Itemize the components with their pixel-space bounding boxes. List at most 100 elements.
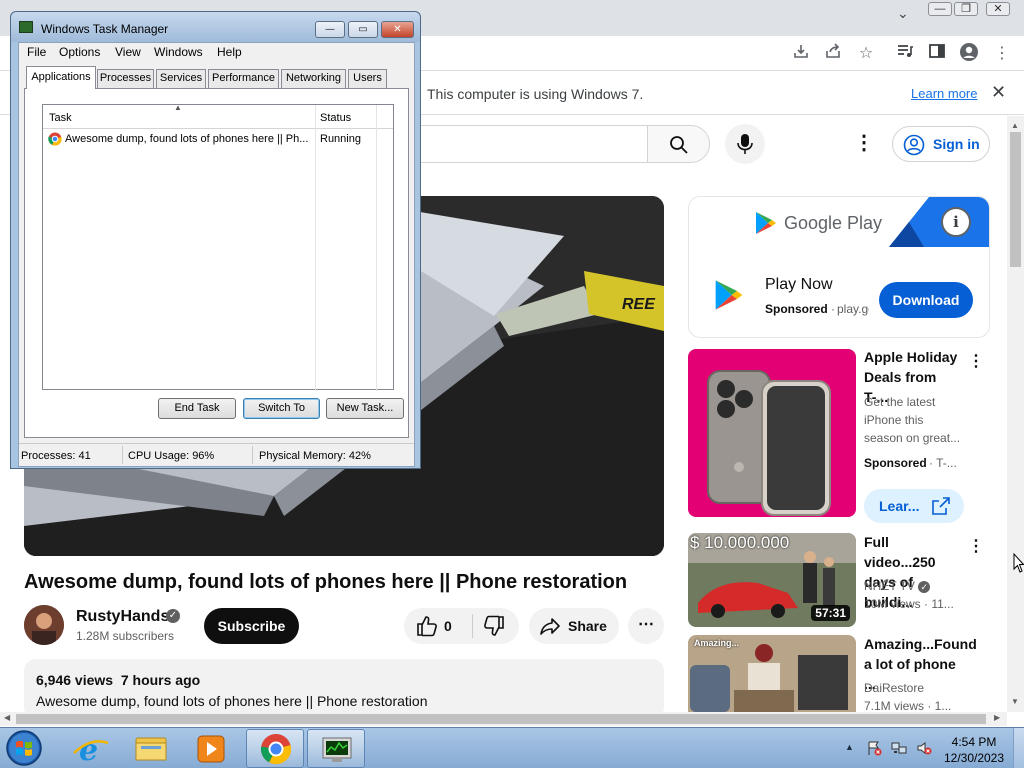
rec2-channel[interactable]: NHẾT TV ✓ bbox=[864, 579, 931, 593]
dislike-button[interactable] bbox=[474, 608, 519, 644]
search-input[interactable] bbox=[400, 125, 648, 163]
rec3-thumbnail[interactable]: Amazing... bbox=[688, 635, 856, 712]
chrome-menu-icon[interactable]: ⋮ bbox=[991, 42, 1013, 64]
tm-menu-file[interactable]: File bbox=[27, 45, 46, 59]
taskbar-media-player[interactable] bbox=[182, 729, 240, 768]
chrome-minimize-button[interactable]: — bbox=[928, 2, 952, 16]
rec2-thumbnail[interactable]: $ 10.000.000 57:31 bbox=[688, 533, 856, 627]
tab-search-chevron-icon[interactable]: ⌄ bbox=[897, 6, 909, 22]
tm-menu-windows[interactable]: Windows bbox=[154, 45, 203, 59]
tm-column-status[interactable]: Status bbox=[320, 112, 351, 124]
vertical-scroll-thumb[interactable] bbox=[1010, 132, 1021, 267]
infobar-close-icon[interactable]: ✕ bbox=[991, 82, 1006, 103]
chrome-close-button[interactable]: ✕ bbox=[986, 2, 1010, 16]
like-divider bbox=[472, 614, 473, 638]
tm-menu-help[interactable]: Help bbox=[217, 45, 242, 59]
taskbar-internet-explorer[interactable]: e bbox=[62, 729, 120, 768]
new-task-button[interactable]: New Task... bbox=[326, 398, 404, 419]
bookmark-star-icon[interactable]: ☆ bbox=[855, 42, 877, 64]
tm-status-divider bbox=[122, 446, 123, 464]
rec3-overlay-text: Amazing... bbox=[694, 638, 740, 648]
svg-text:REE: REE bbox=[622, 296, 656, 313]
file-explorer-icon bbox=[135, 737, 167, 761]
infobar-message: This computer is using Windows 7. bbox=[427, 86, 644, 102]
chrome-icon bbox=[260, 734, 292, 765]
search-icon bbox=[670, 136, 688, 154]
media-control-icon[interactable] bbox=[894, 42, 916, 64]
rec1-advertiser: · T-... bbox=[929, 456, 957, 470]
volume-muted-icon[interactable] bbox=[916, 740, 932, 756]
rec1-learn-label: Lear... bbox=[879, 498, 920, 514]
thumbs-down-icon bbox=[484, 615, 504, 636]
sign-in-button[interactable]: Sign in bbox=[892, 126, 990, 162]
taskbar-task-manager[interactable] bbox=[307, 729, 365, 768]
like-count: 0 bbox=[444, 618, 452, 634]
upload-time: 7 hours ago bbox=[120, 672, 201, 688]
rec3-channel[interactable]: DaiRestore bbox=[864, 681, 924, 695]
network-icon[interactable] bbox=[891, 740, 907, 756]
ad-info-icon[interactable]: i bbox=[941, 207, 971, 237]
tm-tab-users[interactable]: Users bbox=[348, 69, 387, 88]
google-play-ad[interactable]: Google Play i Play Now Sponsored · play.… bbox=[688, 196, 990, 338]
more-actions-button[interactable]: ⋯ bbox=[628, 608, 664, 644]
taskbar-file-explorer[interactable] bbox=[122, 729, 180, 768]
tm-cpu-usage: CPU Usage: 96% bbox=[128, 450, 215, 462]
description-text: Awesome dump, found lots of phones here … bbox=[36, 693, 428, 709]
description-box[interactable]: 6,946 views 7 hours ago Awesome dump, fo… bbox=[24, 659, 664, 719]
tm-task-list[interactable]: Task ▲ Status Awesome dump, found lots o… bbox=[42, 103, 394, 391]
tm-menu-options[interactable]: Options bbox=[59, 45, 100, 59]
tm-tab-applications[interactable]: Applications bbox=[26, 66, 96, 89]
tm-close-button[interactable]: ✕ bbox=[381, 21, 414, 38]
rec1-thumbnail[interactable] bbox=[688, 349, 856, 517]
profile-icon[interactable] bbox=[958, 42, 980, 64]
subscribe-button[interactable]: Subscribe bbox=[204, 608, 299, 644]
share-button[interactable]: Share bbox=[529, 608, 619, 644]
tm-menu-view[interactable]: View bbox=[115, 45, 141, 59]
share-icon[interactable] bbox=[822, 42, 844, 64]
scroll-left-arrow-icon[interactable]: ◀ bbox=[4, 713, 10, 722]
switch-to-button[interactable]: Switch To bbox=[243, 398, 320, 419]
clock-date[interactable]: 12/30/2023 bbox=[940, 751, 1008, 765]
tm-tab-services[interactable]: Services bbox=[156, 69, 206, 88]
ad-download-button[interactable]: Download bbox=[879, 282, 973, 318]
side-panel-icon[interactable] bbox=[926, 42, 948, 64]
channel-name[interactable]: RustyHands bbox=[76, 608, 169, 626]
start-button[interactable] bbox=[4, 728, 48, 768]
scroll-down-arrow-icon[interactable]: ▼ bbox=[1011, 697, 1019, 706]
tm-tab-networking[interactable]: Networking bbox=[281, 69, 346, 88]
scroll-up-arrow-icon[interactable]: ▲ bbox=[1011, 121, 1019, 130]
taskbar-chrome[interactable] bbox=[246, 729, 304, 768]
tm-column-task[interactable]: Task bbox=[49, 112, 72, 124]
thumbs-up-icon bbox=[417, 616, 437, 637]
channel-avatar[interactable] bbox=[24, 605, 64, 645]
voice-search-button[interactable] bbox=[725, 124, 765, 164]
rec1-learn-more-button[interactable]: Lear... bbox=[864, 489, 964, 523]
show-desktop-button[interactable] bbox=[1013, 728, 1024, 768]
scroll-right-arrow-icon[interactable]: ▶ bbox=[994, 713, 1000, 722]
learn-more-link[interactable]: Learn more bbox=[911, 86, 977, 101]
download-icon[interactable] bbox=[790, 42, 812, 64]
action-center-flag-icon[interactable] bbox=[866, 740, 882, 756]
end-task-button[interactable]: End Task bbox=[158, 398, 236, 419]
search-button[interactable] bbox=[647, 125, 710, 163]
tm-maximize-button[interactable]: ▭ bbox=[348, 21, 378, 38]
microphone-icon bbox=[737, 134, 753, 154]
rec1-sponsored-label: Sponsored bbox=[864, 456, 927, 470]
clock-time[interactable]: 4:54 PM bbox=[946, 735, 1002, 749]
external-link-icon bbox=[932, 497, 950, 515]
settings-menu-icon[interactable]: ⋮ bbox=[852, 131, 876, 155]
task-manager-titlebar[interactable]: Windows Task Manager — ▭ ✕ bbox=[11, 12, 420, 42]
tm-minimize-button[interactable]: — bbox=[315, 21, 345, 38]
horizontal-scroll-thumb[interactable] bbox=[16, 714, 986, 724]
tm-task-row[interactable]: Awesome dump, found lots of phones here … bbox=[43, 130, 393, 148]
rec1-more-icon[interactable]: ⋮ bbox=[968, 351, 984, 371]
task-manager-window: Windows Task Manager — ▭ ✕ File Options … bbox=[10, 11, 421, 469]
task-manager-app-icon bbox=[19, 21, 33, 33]
rec2-more-icon[interactable]: ⋮ bbox=[968, 536, 984, 556]
like-button[interactable]: 0 bbox=[404, 608, 472, 644]
show-hidden-icons-arrow-icon[interactable]: ▲ bbox=[845, 742, 854, 752]
tm-task-name: Awesome dump, found lots of phones here … bbox=[65, 133, 309, 145]
tm-tab-performance[interactable]: Performance bbox=[208, 69, 279, 88]
chrome-restore-button[interactable]: ❐ bbox=[954, 2, 978, 16]
tm-tab-processes[interactable]: Processes bbox=[97, 69, 154, 88]
